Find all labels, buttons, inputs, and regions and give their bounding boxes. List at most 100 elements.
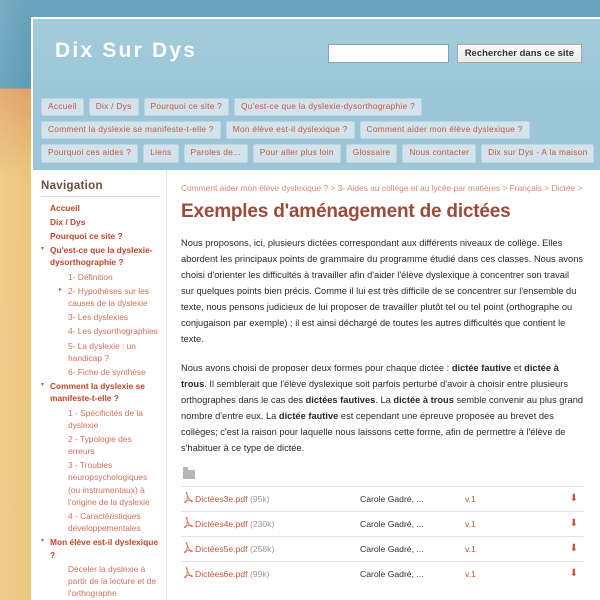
nav-button[interactable]: Pour aller plus loin	[252, 144, 341, 163]
folder-icon	[183, 467, 195, 479]
file-name-text: Dictées5e.pdf	[195, 543, 248, 554]
pdf-glyph	[183, 516, 193, 528]
body-split: Navigation Accueil Dix / Dys Pourquoi ce s…	[33, 169, 600, 600]
sidebar-item[interactable]: 1- Définition	[41, 270, 160, 284]
nav-button[interactable]: Comment aider mon élève dyslexique ?	[359, 121, 530, 140]
emphasis-text: dictée fautive	[278, 410, 339, 421]
intro-paragraph-2: Nous avons choisi de proposer deux forme…	[181, 361, 584, 457]
download-icon[interactable]: ⬇	[525, 568, 584, 579]
download-icon[interactable]: ⬇	[525, 543, 584, 554]
search-input[interactable]	[327, 44, 449, 63]
main-navigation-bar: Accueil Dix / Dys Pourquoi ce site ? Qu'est…	[33, 93, 600, 170]
search-button[interactable]: Rechercher dans ce site	[456, 44, 582, 63]
site-header: Dix Sur Dys Rechercher dans ce site	[33, 19, 600, 93]
sidebar-item-label: 1- Définition	[68, 271, 113, 282]
nav-button[interactable]: Pourquoi ces aides ?	[41, 144, 139, 163]
file-owner: Carole Gadré, ...	[360, 543, 424, 554]
nav-button[interactable]: Mon élève est-il dyslexique ?	[225, 121, 355, 140]
file-row[interactable]: Dictées5e.pdf (258k) Carole Gadré, ... v.1…	[181, 535, 584, 561]
download-icon[interactable]: ⬇	[525, 493, 584, 504]
nav-button[interactable]: Paroles de...	[183, 144, 248, 163]
sidebar-item-label: 3- Les dyslexies	[68, 312, 129, 323]
body-text: . La	[375, 394, 394, 405]
chevron-down-icon[interactable]: ▾	[41, 380, 50, 391]
sidebar-item[interactable]: 4- Les dysorthographies	[41, 324, 160, 338]
file-name[interactable]: Dictées3e.pdf (95k)	[195, 494, 360, 504]
sidebar-item-label: 6- Fiche de synthèse	[68, 366, 146, 377]
file-version[interactable]: v.1	[465, 544, 525, 554]
nav-button[interactable]: Liens	[143, 144, 179, 163]
sidebar-item-label: 2 - Typologie des erreurs	[68, 433, 132, 457]
sidebar-item-label: 3 - Troubles neuropsychologiques (ou ins…	[68, 460, 150, 507]
nav-button[interactable]: Dix / Dys	[88, 98, 139, 117]
sidebar-item-label: 4- Les dysorthographies	[68, 326, 158, 337]
sidebar-item-label: 1 - Spécificités de la dyslexie	[68, 407, 143, 430]
sidebar-item[interactable]: ▾ Mon élève est-il dyslexique ?	[41, 535, 160, 561]
nav-button[interactable]: Qu'est-ce que la dyslexie-dysorthographi…	[234, 98, 422, 117]
file-name[interactable]: Dictées6e.pdf (99k)	[195, 569, 360, 579]
attachment-file-list: Dictées3e.pdf (95k) Carole Gadré, ... v.1 ⬇…	[181, 485, 584, 586]
pdf-glyph	[183, 566, 193, 578]
sidebar-item[interactable]: 1 - Spécificités de la dyslexie	[41, 406, 160, 432]
file-size: (95k)	[249, 493, 270, 504]
sidebar-item[interactable]: Déceler la dyslexie à partir de la lectu…	[41, 562, 160, 600]
pdf-glyph	[183, 541, 193, 553]
chevron-down-icon[interactable]: ▾	[41, 244, 50, 255]
nav-button[interactable]: Accueil	[41, 98, 84, 117]
sidebar-item-label: 2- Hypothèses sur les causes de la dysle…	[68, 285, 149, 309]
file-size: (258k)	[249, 543, 275, 554]
nav-button[interactable]: Pourquoi ce site ?	[143, 98, 230, 117]
chevron-right-icon[interactable]: ▸	[59, 285, 68, 296]
file-name-text: Dictées3e.pdf	[195, 493, 248, 504]
sidebar-item[interactable]: ▾ Comment la dyslexie se manifeste-t-elle…	[41, 379, 160, 405]
sidebar-item-label: 5- La dyslexie : un handicap ?	[68, 340, 136, 363]
chevron-down-icon[interactable]: ▾	[41, 536, 50, 547]
file-version[interactable]: v.1	[465, 519, 525, 529]
file-row[interactable]: Dictées4e.pdf (230k) Carole Gadré, ... v.1…	[181, 510, 584, 536]
nav-row: Pourquoi ces aides ? Liens Paroles de... Po…	[41, 144, 595, 163]
sidebar-item-label: 4 - Caractéristiques développementales	[68, 511, 141, 534]
file-owner: Carole Gadré, ...	[360, 493, 424, 504]
pdf-icon	[181, 541, 195, 556]
file-owner: Carole Gadré, ...	[360, 568, 424, 579]
nav-row: Accueil Dix / Dys Pourquoi ce site ? Qu'est…	[41, 98, 592, 117]
sidebar-item[interactable]: 5- La dyslexie : un handicap ?	[41, 339, 160, 365]
pdf-icon	[181, 491, 195, 506]
sidebar-item[interactable]: 3 - Troubles neuropsychologiques (ou ins…	[41, 458, 160, 509]
file-version[interactable]: v.1	[465, 494, 525, 504]
download-icon[interactable]: ⬇	[525, 518, 584, 529]
nav-button[interactable]: Comment la dyslexie se manifeste-t-elle …	[41, 121, 221, 140]
file-name[interactable]: Dictées5e.pdf (258k)	[195, 544, 360, 554]
sidebar-item[interactable]: Dix / Dys	[41, 215, 160, 229]
nav-button[interactable]: Nous contacter	[402, 144, 477, 163]
sidebar-heading: Navigation	[41, 180, 160, 197]
sidebar-item[interactable]: 6- Fiche de synthèse	[41, 365, 160, 379]
sidebar-item-label: Qu'est-ce que la dyslexie-dysorthographi…	[50, 245, 153, 268]
breadcrumb[interactable]: Comment aider mon élève dyslexique ? > 3…	[181, 182, 584, 195]
sidebar-item[interactable]: 4 - Caractéristiques développementales	[41, 509, 160, 535]
sidebar-item[interactable]: 3- Les dyslexies	[41, 310, 160, 324]
sidebar-item-list: Accueil Dix / Dys Pourquoi ce site ? ▾ Qu'es…	[41, 201, 160, 600]
sidebar-item[interactable]: ▸ 2- Hypothèses sur les causes de la dysl…	[41, 284, 160, 310]
file-row[interactable]: Dictées6e.pdf (99k) Carole Gadré, ... v.1 ⬇	[181, 560, 584, 586]
nav-row: Comment la dyslexie se manifeste-t-elle …	[41, 121, 592, 140]
nav-button[interactable]: Glossaire	[345, 144, 398, 163]
pdf-icon	[181, 516, 195, 531]
file-name-text: Dictées4e.pdf	[195, 518, 248, 529]
sidebar-item[interactable]: Pourquoi ce site ?	[41, 229, 160, 243]
file-row[interactable]: Dictées3e.pdf (95k) Carole Gadré, ... v.1 ⬇	[181, 485, 584, 511]
file-version[interactable]: v.1	[465, 569, 525, 579]
nav-button[interactable]: Dix sur Dys - A la maison	[481, 144, 595, 163]
file-size: (230k)	[249, 518, 275, 529]
sidebar-item[interactable]: ▾ Qu'est-ce que la dyslexie-dysorthograph…	[41, 243, 160, 269]
sidebar-item-label: Comment la dyslexie se manifeste-t-elle …	[50, 381, 145, 404]
sidebar-item[interactable]: 2 - Typologie des erreurs	[41, 432, 160, 458]
pdf-icon	[181, 566, 195, 581]
sidebar-item-label: Mon élève est-il dyslexique ?	[50, 537, 158, 560]
file-name[interactable]: Dictées4e.pdf (230k)	[195, 519, 360, 529]
backdrop-sheen	[0, 0, 26, 600]
sidebar-item[interactable]: Accueil	[41, 201, 160, 215]
file-size: (99k)	[249, 568, 270, 579]
body-text: Nous avons choisi de proposer deux forme…	[181, 362, 452, 373]
search-area: Rechercher dans ce site	[327, 44, 582, 63]
